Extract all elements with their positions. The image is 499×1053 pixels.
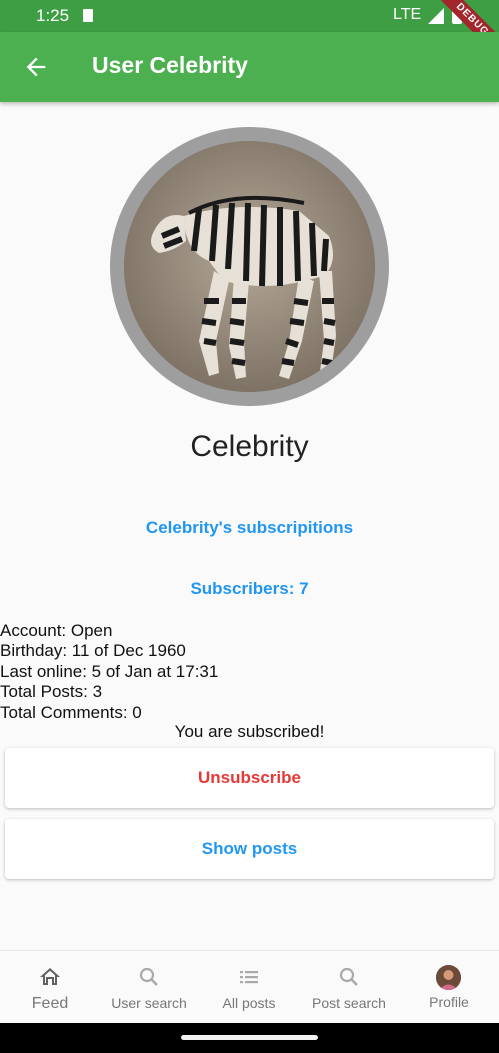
- page-title: User Celebrity: [92, 52, 248, 78]
- birthday: Birthday: 11 of Dec 1960: [0, 641, 186, 661]
- total-comments: Total Comments: 0: [0, 702, 142, 722]
- nav-label-profile: Profile: [429, 994, 469, 1010]
- nav-label-user-search: User search: [111, 995, 187, 1011]
- gesture-bar: [0, 1023, 499, 1053]
- profile-avatar: [110, 127, 389, 406]
- status-bar: 1:25 LTE DEBUG: [0, 0, 499, 65]
- network-type: LTE: [393, 6, 422, 23]
- nav-item-feed[interactable]: Feed: [0, 951, 100, 1024]
- unsubscribe-button[interactable]: Unsubscribe: [5, 748, 494, 808]
- list-icon: [240, 971, 258, 984]
- search-icon: [339, 967, 358, 986]
- subscriptions-link[interactable]: Celebrity's subscripitions: [0, 518, 499, 538]
- bottom-navigation: Feed User search All posts Post search P…: [0, 950, 499, 1024]
- account-status: Account: Open: [0, 621, 113, 640]
- nav-label-post-search: Post search: [312, 995, 386, 1011]
- avatar-image: [124, 141, 375, 392]
- avatar: [436, 965, 461, 990]
- nav-label-feed: Feed: [31, 995, 69, 1012]
- nav-item-user-search[interactable]: User search: [99, 951, 199, 1024]
- signal-icon: [428, 8, 444, 24]
- search-icon: [139, 967, 158, 986]
- app-bar: User Celebrity: [0, 32, 499, 102]
- home-indicator[interactable]: [181, 1035, 318, 1040]
- nav-label-all-posts: All posts: [222, 995, 276, 1011]
- home-icon: [40, 968, 60, 985]
- nav-item-post-search[interactable]: Post search: [299, 951, 399, 1024]
- show-posts-button[interactable]: Show posts: [5, 819, 494, 879]
- zebra-illustration: [124, 141, 375, 392]
- subscription-status: You are subscribed!: [174, 722, 325, 741]
- status-time: 1:25: [36, 6, 70, 25]
- nav-item-all-posts[interactable]: All posts: [199, 951, 299, 1024]
- subscribers-link[interactable]: Subscribers: 7: [0, 579, 499, 599]
- total-posts: Total Posts: 3: [0, 682, 103, 702]
- user-name: Celebrity: [190, 430, 309, 463]
- back-arrow-icon[interactable]: [22, 53, 50, 81]
- nav-item-profile[interactable]: Profile: [399, 951, 499, 1024]
- sd-card-icon: [83, 9, 93, 22]
- last-online: Last online: 5 of Jan at 17:31: [0, 661, 219, 681]
- profile-info: Account: Open Birthday: 11 of Dec 1960 L…: [0, 621, 218, 723]
